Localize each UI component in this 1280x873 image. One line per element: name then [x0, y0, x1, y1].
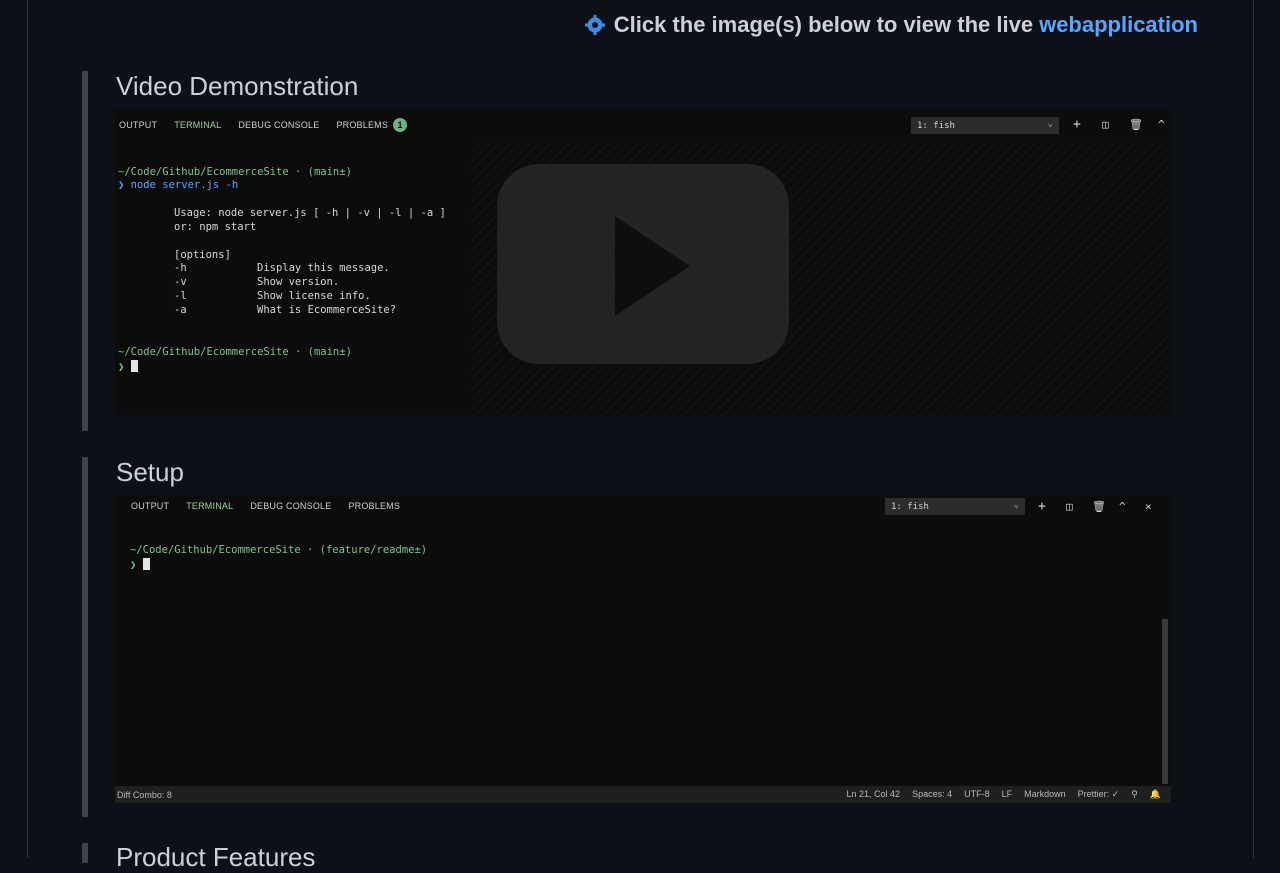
chevron-up-icon[interactable]: ^ [1158, 118, 1165, 131]
usage-line: Usage: node server.js [ -h | -v | -l | -… [174, 207, 446, 219]
option-l-desc: Show license info. [257, 290, 371, 302]
status-encoding[interactable]: UTF-8 [964, 789, 990, 800]
tab-terminal[interactable]: TERMINAL [174, 120, 221, 130]
split-terminal-icon[interactable]: ◫ [1066, 500, 1073, 513]
video-thumbnail[interactable]: OUTPUT TERMINAL DEBUG CONSOLE PROBLEMS 1… [115, 109, 1171, 415]
status-prettier[interactable]: Prettier: ✓ [1078, 789, 1120, 800]
chevron-down-icon: ⌄ [1013, 500, 1019, 510]
terminal-path-line-2: ~/Code/Github/EcommerceSite · (main±) [118, 346, 352, 358]
terminal-prompt-line: ❯ [118, 360, 138, 375]
next-section-bar [82, 843, 88, 863]
editor-status-bar: Diff Combo: 8 Ln 21, Col 42 Spaces: 4 UT… [115, 786, 1171, 803]
status-indentation[interactable]: Spaces: 4 [912, 789, 952, 800]
video-demo-section: Video Demonstration OUTPUT TERMINAL DEBU… [82, 71, 1188, 431]
tab-debug-console[interactable]: DEBUG CONSOLE [250, 501, 331, 511]
terminal-cursor [142, 558, 150, 570]
tab-output[interactable]: OUTPUT [131, 501, 169, 511]
usage-alt-line: or: npm start [174, 221, 257, 233]
option-h: -h [174, 262, 187, 274]
option-v: -v [174, 276, 187, 288]
feedback-icon[interactable]: ⚲ [1131, 789, 1138, 800]
problems-badge: 1 [393, 118, 408, 132]
terminal-command-line: ❯ node server.js -h [118, 179, 239, 191]
terminal-prompt-line: ❯ [130, 558, 150, 573]
options-header: [options] [174, 249, 231, 261]
split-terminal-icon[interactable]: ◫ [1102, 118, 1109, 131]
bell-icon[interactable]: 🔔 [1150, 789, 1161, 800]
setup-terminal-image[interactable]: OUTPUT TERMINAL DEBUG CONSOLE PROBLEMS 1… [115, 496, 1171, 803]
terminal-scrollbar[interactable] [1162, 619, 1168, 784]
option-v-desc: Show version. [257, 276, 340, 288]
trash-icon[interactable]: 🗑 [1092, 500, 1106, 513]
status-line-ending[interactable]: LF [1002, 789, 1013, 800]
tab-terminal[interactable]: TERMINAL [186, 501, 233, 511]
setup-title: Setup [116, 457, 184, 487]
new-terminal-icon[interactable]: + [1038, 500, 1046, 513]
live-app-notice: Click the image(s) below to view the liv… [584, 12, 1198, 38]
trash-icon[interactable]: 🗑 [1129, 118, 1143, 131]
status-language[interactable]: Markdown [1024, 789, 1066, 800]
option-a: -a [174, 304, 187, 316]
gear-icon [584, 15, 605, 35]
option-l: -l [174, 290, 187, 302]
tab-output[interactable]: OUTPUT [119, 120, 157, 130]
setup-section: Setup OUTPUT TERMINAL DEBUG CONSOLE PROB… [82, 457, 1188, 817]
chevron-down-icon: ⌄ [1047, 119, 1053, 129]
terminal-cursor [130, 360, 138, 372]
notice-text: Click the image(s) below to view the liv… [613, 12, 1034, 37]
play-icon [615, 216, 690, 316]
terminal-path-line: ~/Code/Github/EcommerceSite · (feature/r… [130, 544, 428, 556]
close-icon[interactable]: × [1145, 500, 1152, 513]
new-terminal-icon[interactable]: + [1073, 118, 1081, 131]
option-h-desc: Display this message. [257, 262, 390, 274]
tab-problems[interactable]: PROBLEMS [348, 501, 400, 511]
status-diff-combo: Diff Combo: 8 [117, 789, 172, 800]
video-demo-title: Video Demonstration [116, 71, 359, 101]
shell-select[interactable]: 1: fish ⌄ [911, 117, 1059, 134]
product-features-title: Product Features [116, 842, 316, 872]
youtube-play-button[interactable] [497, 164, 789, 364]
status-cursor-position[interactable]: Ln 21, Col 42 [847, 789, 901, 800]
webapplication-link[interactable]: webapplication [1039, 12, 1198, 38]
tab-debug-console[interactable]: DEBUG CONSOLE [238, 120, 319, 130]
status-right-group: Ln 21, Col 42 Spaces: 4 UTF-8 LF Markdow… [847, 789, 1161, 800]
option-a-desc: What is EcommerceSite? [257, 304, 397, 316]
chevron-up-icon[interactable]: ^ [1119, 500, 1126, 513]
terminal-path-line: ~/Code/Github/EcommerceSite · (main±) [118, 166, 352, 178]
shell-select[interactable]: 1: fish ⌄ [885, 498, 1025, 515]
tab-problems[interactable]: PROBLEMS [336, 120, 388, 130]
